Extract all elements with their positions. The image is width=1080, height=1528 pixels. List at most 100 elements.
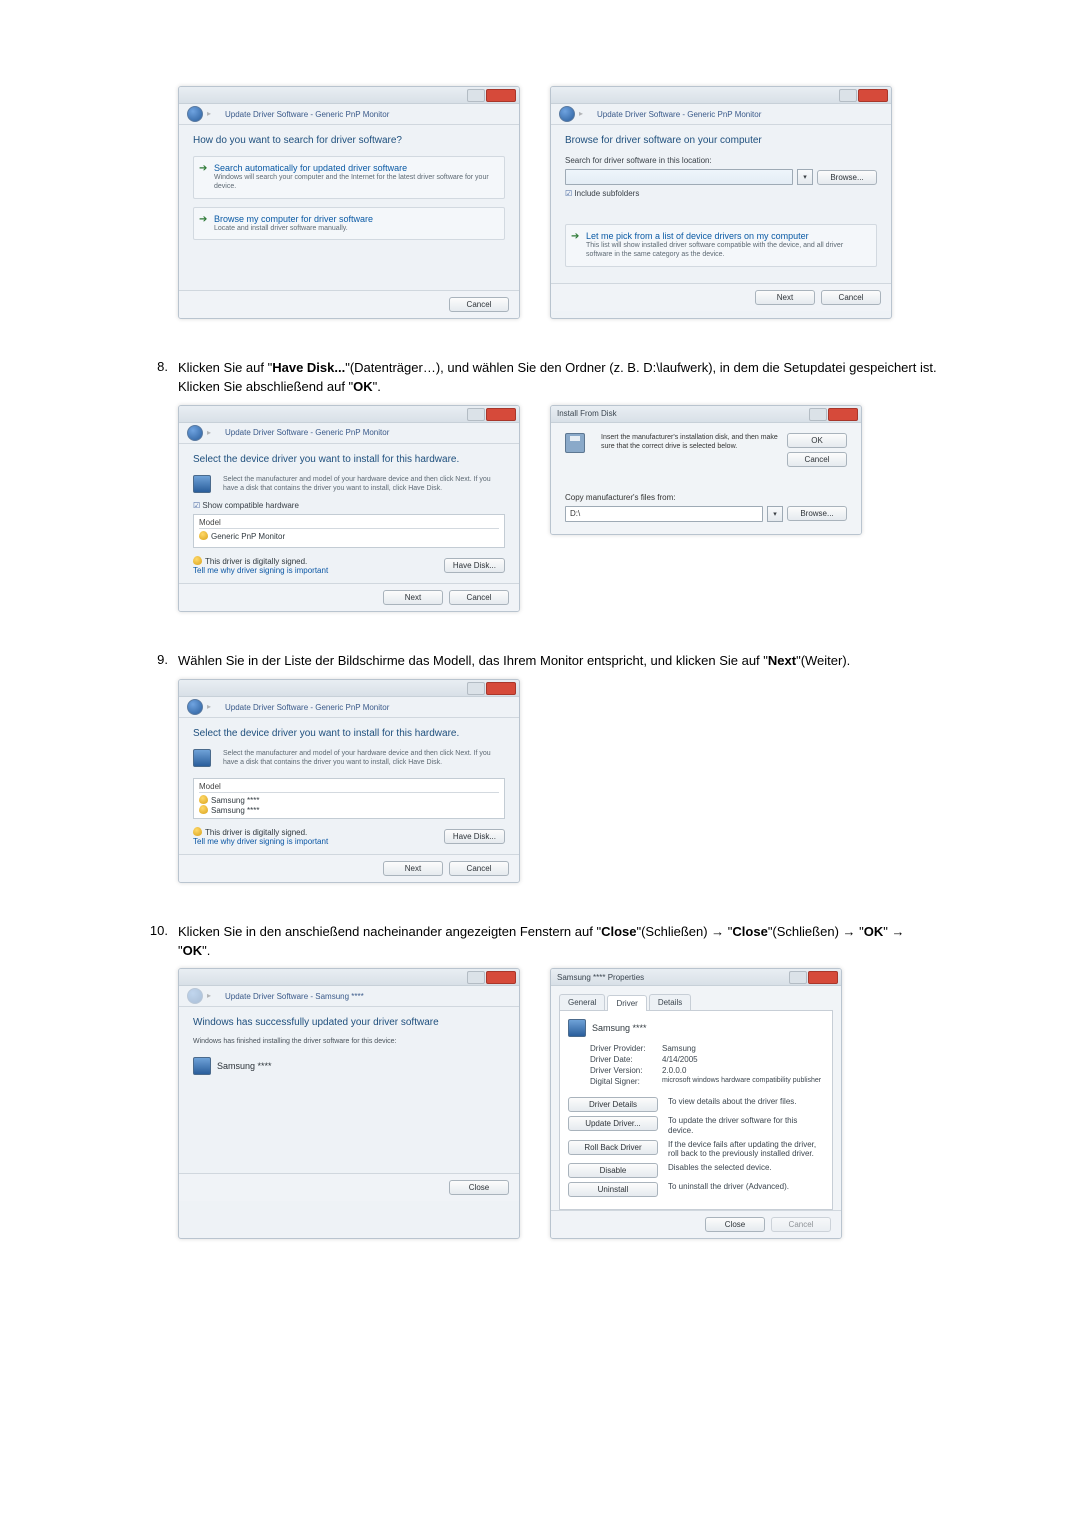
cancel-button: Cancel [449,590,509,605]
floppy-icon [565,433,585,453]
k: Digital Signer: [590,1077,662,1086]
opt-title: Let me pick from a list of device driver… [586,231,868,241]
min-icon [467,408,485,421]
wizard-select-driver: ▸ Update Driver Software - Generic PnP M… [178,405,520,613]
min-icon [467,682,485,695]
titlebar [551,87,891,104]
t-bold: Next [768,653,796,668]
t-bold: OK [864,924,884,939]
dialog-title: Install From Disk [557,409,617,418]
cancel-button: Cancel [449,297,509,312]
arrow-icon: ➔ [199,163,207,174]
next-button: Next [383,861,443,876]
t-bold: OK [353,379,373,394]
tab-driver: Driver [607,995,646,1011]
back-icon [187,988,203,1004]
t: This driver is digitally signed. [205,828,307,837]
wizard-success: ▸ Update Driver Software - Samsung **** … [178,968,520,1238]
show-compatible: Show compatible hardware [193,501,505,510]
cancel-button: Cancel [821,290,881,305]
t: Klicken Sie in den anschießend nacheinan… [178,924,601,939]
t: "(Schließen) → " [636,924,732,939]
signed-text: This driver is digitally signed. [193,827,328,837]
signing-link: Tell me why driver signing is important [193,837,328,846]
close-icon [808,971,838,984]
titlebar: Samsung **** Properties [551,969,841,986]
model-row: Generic PnP Monitor [199,531,499,541]
step-number: 9. [140,652,178,667]
wizard-heading: Select the device driver you want to ins… [193,454,505,465]
nav-title: Update Driver Software - Samsung **** [225,992,364,1001]
desc: To update the driver software for this d… [668,1116,824,1135]
back-icon [187,106,203,122]
wizard-heading: Windows has successfully updated your dr… [193,1017,505,1028]
fwd-icon: ▸ [579,109,589,119]
nav-bar: ▸ Update Driver Software - Generic PnP M… [179,104,519,125]
desc: If the device fails after updating the d… [668,1140,824,1159]
shield-icon [193,556,202,565]
instruct: Select the manufacturer and model of you… [223,750,505,768]
include-subfolders: Include subfolders [565,189,877,198]
min-icon [467,89,485,102]
document-page: ▸ Update Driver Software - Generic PnP M… [0,0,1080,1339]
t: "(Weiter). [796,653,850,668]
close-icon [486,408,516,421]
model-row: Samsung **** [199,795,499,805]
opt-sub: Windows will search your computer and th… [214,174,496,192]
col-header: Model [199,518,499,529]
device-icon [193,475,211,493]
model-list: Model Samsung **** Samsung **** [193,778,505,819]
close-button: Close [705,1217,765,1232]
uninstall-button: Uninstall [568,1182,658,1197]
model-list: Model Generic PnP Monitor [193,514,505,548]
tab-general: General [559,994,605,1010]
ok-button: OK [787,433,847,448]
fwd-icon: ▸ [207,109,217,119]
fwd-icon: ▸ [207,428,217,438]
arrow-icon: ➔ [199,214,207,225]
step-10: 10. Klicken Sie in den anschießend nache… [140,923,940,1239]
device-icon [193,749,211,767]
shield-icon [199,805,208,814]
t: Wählen Sie in der Liste der Bildschirme … [178,653,768,668]
browse-button: Browse... [787,506,847,521]
v: 4/14/2005 [662,1055,698,1064]
device-icon [568,1019,586,1037]
shield-icon [199,531,208,540]
k: Driver Version: [590,1066,662,1075]
step-text: Klicken Sie auf "Have Disk..."(Datenträg… [178,359,940,397]
step-text: Klicken Sie in den anschießend nacheinan… [178,923,940,961]
close-icon [486,682,516,695]
step-8: 8. Klicken Sie auf "Have Disk..."(Datent… [140,359,940,612]
model-name: Generic PnP Monitor [211,532,285,541]
v: Samsung [662,1044,696,1053]
driver-details-button: Driver Details [568,1097,658,1112]
have-disk-button: Have Disk... [444,829,505,844]
back-icon [187,699,203,715]
desc: Disables the selected device. [668,1163,824,1173]
copy-from-label: Copy manufacturer's files from: [565,493,847,502]
option-pick-list: ➔ Let me pick from a list of device driv… [565,224,877,267]
nav-title: Update Driver Software - Generic PnP Mon… [225,110,389,119]
step-7-screens: ▸ Update Driver Software - Generic PnP M… [140,86,940,319]
fwd-icon: ▸ [207,702,217,712]
dialog-title: Samsung **** Properties [557,973,644,982]
rollback-button: Roll Back Driver [568,1140,658,1155]
back-icon [559,106,575,122]
next-button: Next [755,290,815,305]
option-auto-search: ➔ Search automatically for updated drive… [193,156,505,199]
wizard-search-method: ▸ Update Driver Software - Generic PnP M… [178,86,520,319]
update-driver-button: Update Driver... [568,1116,658,1131]
path-input: D:\ [565,506,763,522]
titlebar [179,406,519,423]
chevron-down-icon: ▾ [797,169,813,185]
option-browse: ➔ Browse my computer for driver software… [193,207,505,241]
device-icon [193,1057,211,1075]
model-name: Samsung **** [211,796,259,805]
titlebar: Install From Disk [551,406,861,423]
back-icon [187,425,203,441]
model-name: Samsung **** [211,806,259,815]
min-icon [839,89,857,102]
nav-bar: ▸ Update Driver Software - Generic PnP M… [179,697,519,718]
titlebar [179,969,519,986]
